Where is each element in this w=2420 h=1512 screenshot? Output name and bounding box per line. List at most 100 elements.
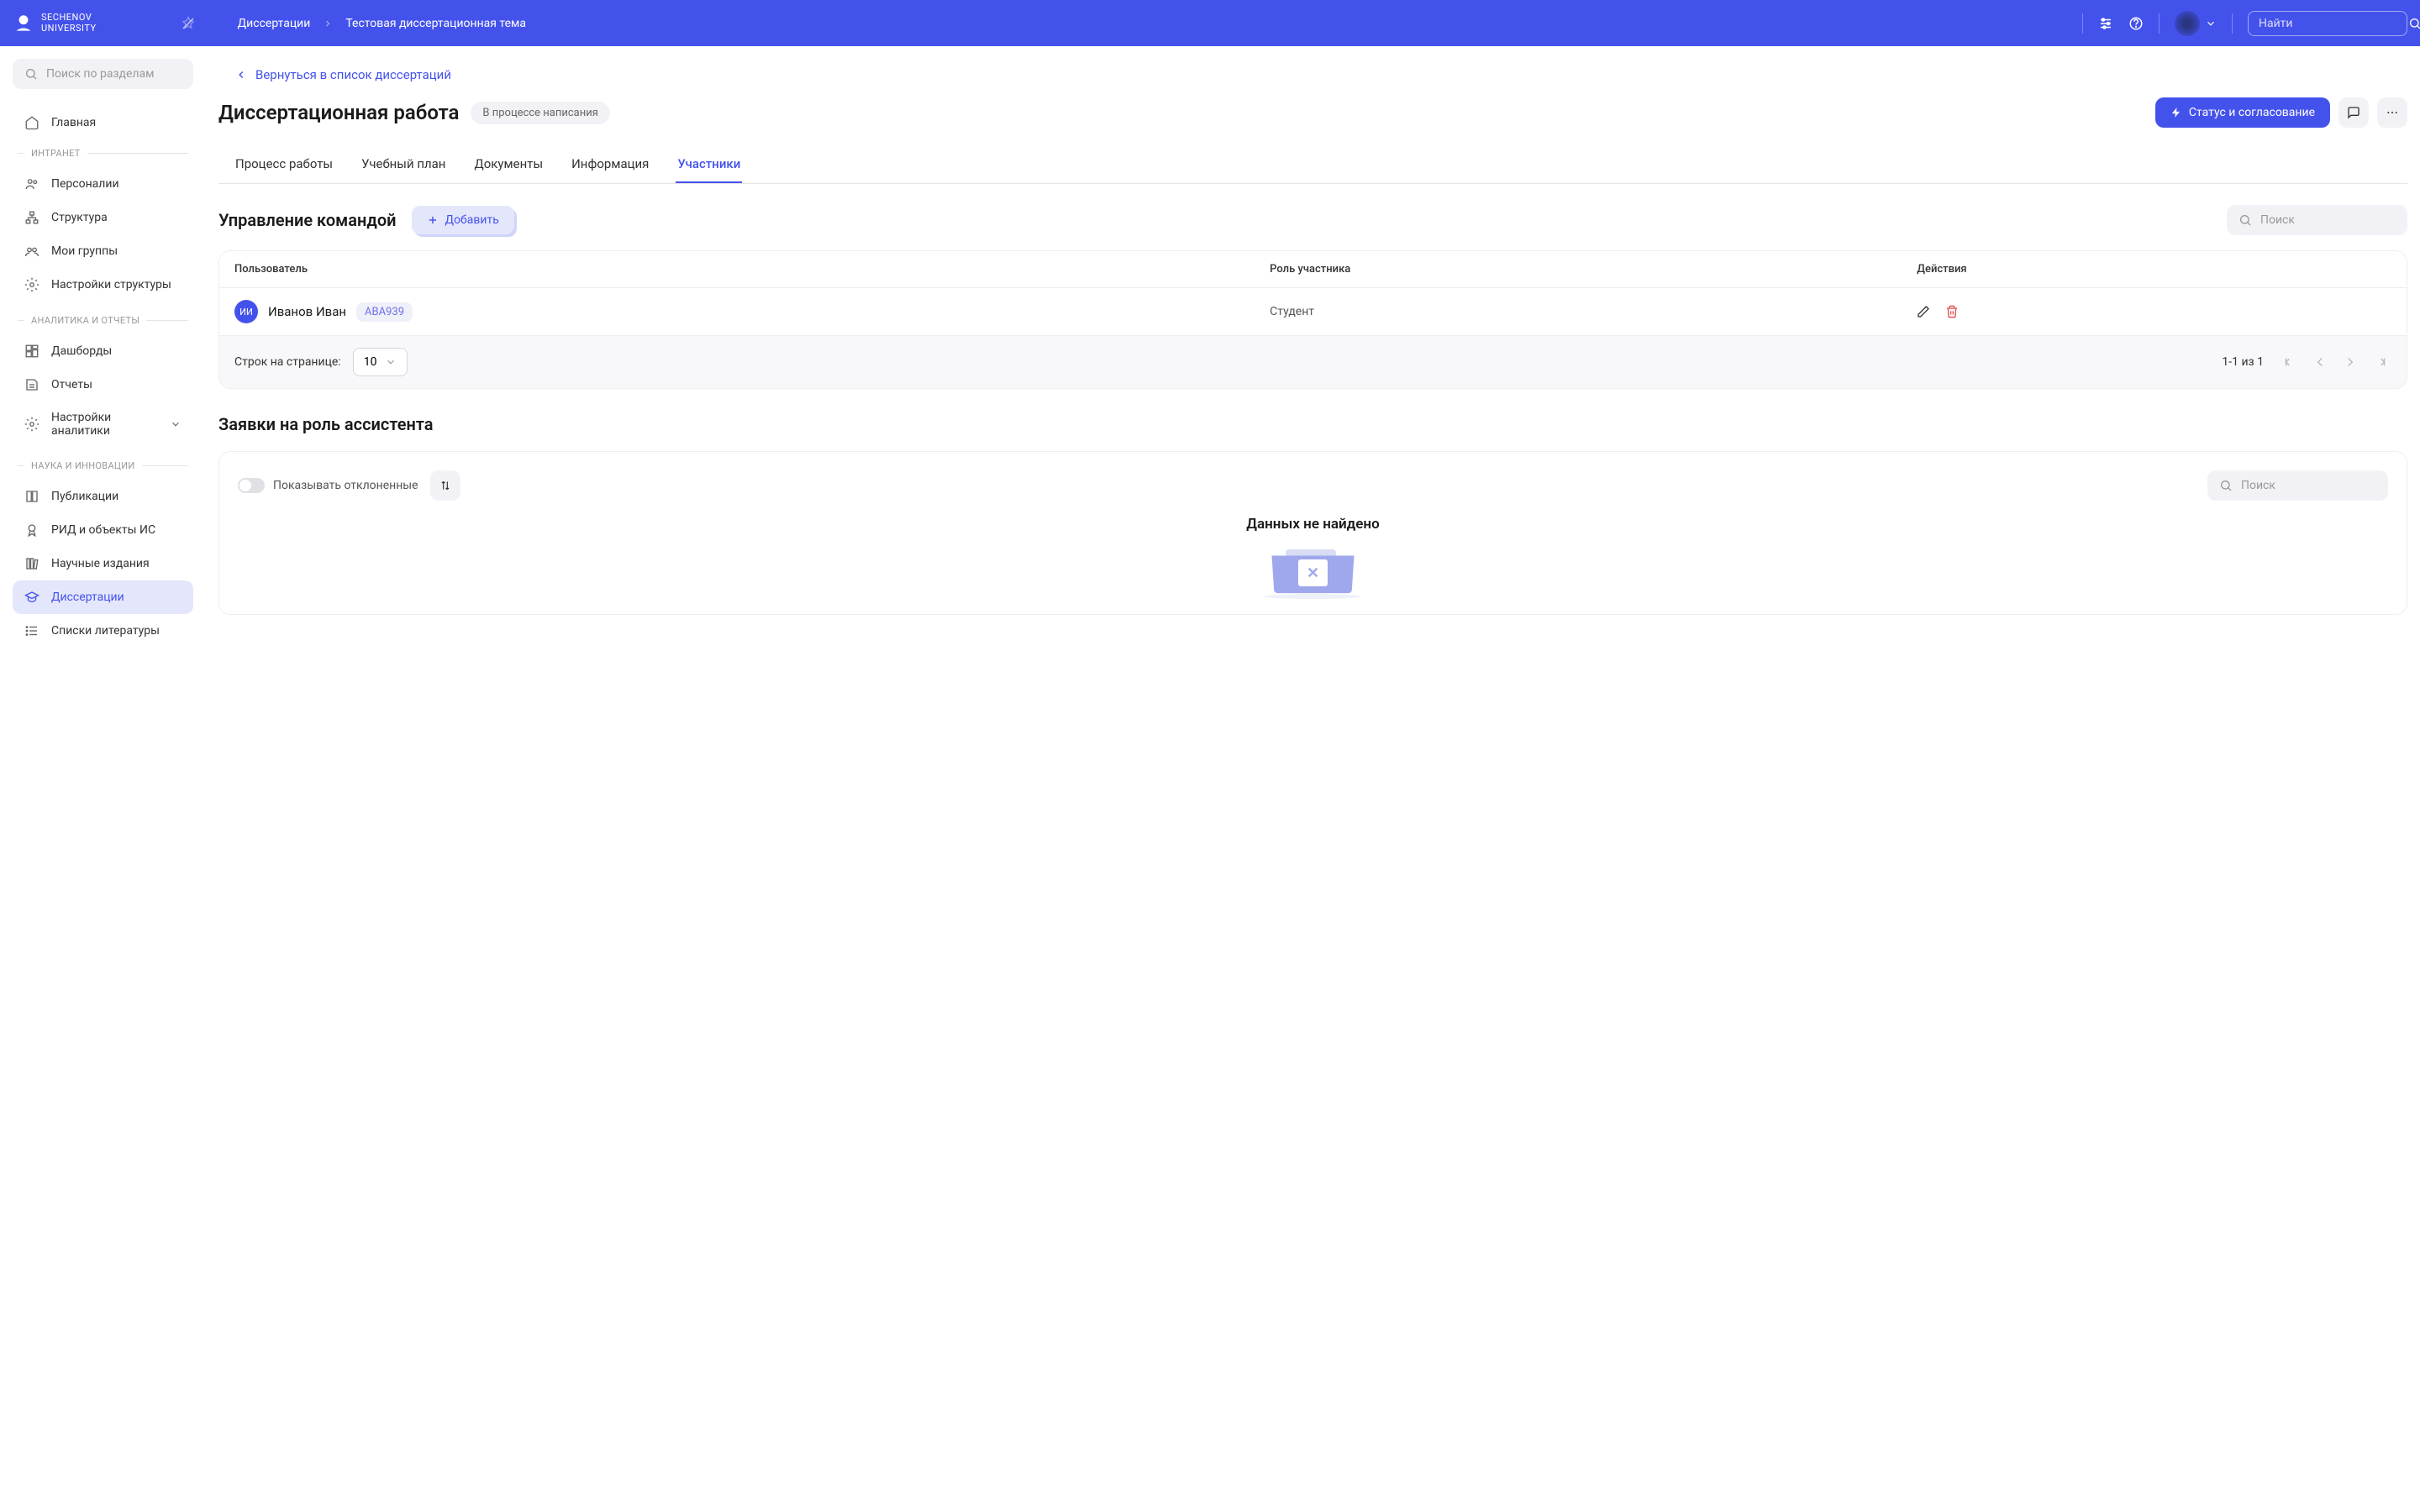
sidebar-item-label: Списки литературы <box>51 624 160 638</box>
tab-work-process[interactable]: Процесс работы <box>234 146 334 183</box>
book-icon <box>24 489 39 504</box>
logo-text: SECHENOV UNIVERSITY <box>41 13 97 33</box>
logo[interactable]: SECHENOV UNIVERSITY <box>13 13 97 34</box>
comment-button[interactable] <box>2338 97 2369 128</box>
requests-toolbar: Показывать отклоненные <box>238 470 2388 501</box>
sort-icon <box>439 480 451 491</box>
avatar-icon <box>2175 11 2200 36</box>
requests-search[interactable] <box>2207 470 2388 501</box>
table-row: ИИ Иванов Иван ABA939 Студент <box>219 288 2407 336</box>
user-menu[interactable] <box>2175 11 2217 36</box>
toggle-switch[interactable] <box>238 478 265 493</box>
team-search-input[interactable] <box>2260 213 2410 227</box>
groups-icon <box>24 244 39 259</box>
sidebar-search-input[interactable] <box>46 67 196 81</box>
rows-per-page-label: Строк на странице: <box>234 355 341 369</box>
report-icon <box>24 377 39 392</box>
chevron-down-icon <box>170 418 182 430</box>
page-info: 1-1 из 1 <box>2222 355 2264 369</box>
sidebar-item-label: Диссертации <box>51 591 124 604</box>
library-icon <box>24 556 39 571</box>
header-search[interactable] <box>2248 11 2407 36</box>
section-header: ИНТРАНЕТ <box>13 139 193 167</box>
edit-icon[interactable] <box>1917 305 1930 318</box>
requests-card: Показывать отклоненные Данных не найдено <box>218 451 2407 615</box>
add-button[interactable]: Добавить <box>412 206 514 234</box>
sidebar-item-reports[interactable]: Отчеты <box>13 368 193 402</box>
title-row: Диссертационная работа В процессе написа… <box>218 97 2407 128</box>
pin-icon[interactable] <box>181 16 196 31</box>
chevron-left-icon <box>235 69 247 81</box>
delete-icon[interactable] <box>1945 305 1959 318</box>
col-user: Пользователь <box>234 263 1270 276</box>
home-icon <box>24 115 39 130</box>
sidebar-search[interactable] <box>13 59 193 89</box>
award-icon <box>24 522 39 538</box>
back-link[interactable]: Вернуться в список диссертаций <box>218 67 2407 82</box>
sidebar-item-rid[interactable]: РИД и объекты ИС <box>13 513 193 547</box>
status-approval-button[interactable]: Статус и согласование <box>2155 97 2330 128</box>
col-actions: Действия <box>1917 263 2391 276</box>
tab-information[interactable]: Информация <box>570 146 650 183</box>
sidebar-item-label: Научные издания <box>51 557 150 570</box>
sort-button[interactable] <box>430 470 460 501</box>
sidebar-item-label: Структура <box>51 211 108 224</box>
chevron-down-icon <box>385 356 397 368</box>
help-icon[interactable] <box>2128 16 2144 31</box>
tab-documents[interactable]: Документы <box>472 146 544 183</box>
status-badge: В процессе написания <box>471 102 609 124</box>
more-button[interactable] <box>2377 97 2407 128</box>
pagination: Строк на странице: 10 1-1 из 1 <box>219 336 2407 388</box>
team-search[interactable] <box>2227 205 2407 235</box>
sidebar-item-home[interactable]: Главная <box>13 106 193 139</box>
users-icon <box>24 176 39 192</box>
next-page-icon[interactable] <box>2339 351 2361 373</box>
more-horizontal-icon <box>2386 106 2399 119</box>
prev-page-icon[interactable] <box>2309 351 2331 373</box>
sidebar-item-analytics-settings[interactable]: Настройки аналитики <box>13 402 193 447</box>
sidebar-item-literature-lists[interactable]: Списки литературы <box>13 614 193 648</box>
sidebar-item-personalii[interactable]: Персоналии <box>13 167 193 201</box>
search-icon <box>24 67 38 81</box>
section-header: НАУКА И ИННОВАЦИИ <box>13 452 193 480</box>
graduation-icon <box>24 590 39 605</box>
requests-search-input[interactable] <box>2241 479 2391 492</box>
user-name: Иванов Иван <box>268 304 346 319</box>
sidebar-item-structure[interactable]: Структура <box>13 201 193 234</box>
list-icon <box>24 623 39 638</box>
sidebar-item-scientific-editions[interactable]: Научные издания <box>13 547 193 580</box>
rows-per-page-select[interactable]: 10 <box>353 348 408 376</box>
requests-section: Заявки на роль ассистента Показывать отк… <box>218 414 2407 615</box>
sidebar-item-label: Публикации <box>51 490 118 503</box>
tab-participants[interactable]: Участники <box>676 146 742 183</box>
lightning-icon <box>2170 107 2182 118</box>
empty-text: Данных не найдено <box>238 516 2388 533</box>
last-page-icon[interactable] <box>2370 351 2391 373</box>
show-rejected-toggle[interactable]: Показывать отклоненные <box>238 478 418 493</box>
sidebar-item-label: Главная <box>51 116 96 129</box>
header-search-input[interactable] <box>2259 17 2408 30</box>
settings-sliders-icon[interactable] <box>2098 16 2113 31</box>
team-title: Управление командой <box>218 210 397 230</box>
app-header: SECHENOV UNIVERSITY Диссертации Тестовая… <box>0 0 2420 46</box>
gear-icon <box>24 277 39 292</box>
structure-icon <box>24 210 39 225</box>
search-icon <box>2238 213 2252 227</box>
requests-title: Заявки на роль ассистента <box>218 414 2407 434</box>
sidebar-item-dissertations[interactable]: Диссертации <box>13 580 193 614</box>
sidebar-item-groups[interactable]: Мои группы <box>13 234 193 268</box>
main-content: Вернуться в список диссертаций Диссертац… <box>206 46 2420 665</box>
sidebar-item-publications[interactable]: Публикации <box>13 480 193 513</box>
empty-folder-icon: ✕ <box>238 549 2388 596</box>
plus-icon <box>427 214 439 226</box>
sidebar-item-structure-settings[interactable]: Настройки структуры <box>13 268 193 302</box>
first-page-icon[interactable] <box>2279 351 2301 373</box>
sidebar: Главная ИНТРАНЕТ Персоналии Структура Мо… <box>0 46 206 665</box>
comment-icon <box>2347 106 2360 119</box>
user-code-badge[interactable]: ABA939 <box>356 302 413 322</box>
tab-study-plan[interactable]: Учебный план <box>360 146 447 183</box>
sidebar-item-dashboards[interactable]: Дашборды <box>13 334 193 368</box>
search-icon <box>2219 479 2233 492</box>
search-icon <box>2408 17 2420 30</box>
breadcrumb-parent[interactable]: Диссертации <box>238 17 311 30</box>
